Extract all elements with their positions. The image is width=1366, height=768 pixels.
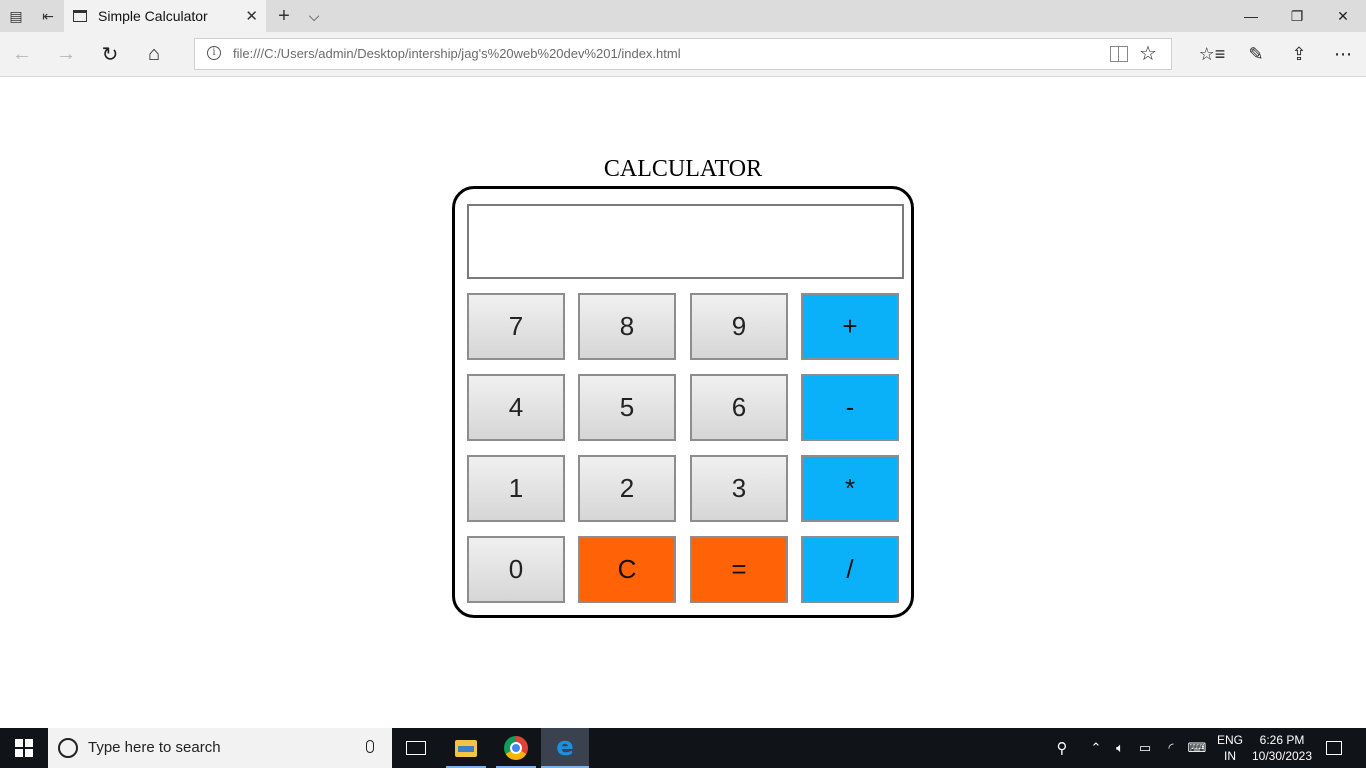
- language-indicator[interactable]: ENG IN: [1214, 732, 1246, 764]
- key-divide[interactable]: /: [801, 536, 899, 603]
- file-explorer-button[interactable]: [442, 728, 490, 768]
- key-6[interactable]: 6: [690, 374, 788, 441]
- task-view-button[interactable]: [392, 728, 440, 768]
- address-url[interactable]: file:///C:/Users/admin/Desktop/intership…: [233, 39, 681, 69]
- key-4[interactable]: 4: [467, 374, 565, 441]
- restore-button[interactable]: ❐: [1274, 0, 1320, 32]
- tab-actions-icon[interactable]: ▤: [0, 0, 32, 32]
- tab-close-icon[interactable]: ✕: [245, 7, 258, 25]
- volume-icon[interactable]: 🔈︎: [1110, 728, 1130, 768]
- key-multiply[interactable]: *: [801, 455, 899, 522]
- people-icon[interactable]: ⚲: [1050, 728, 1074, 768]
- minimize-button[interactable]: —: [1228, 0, 1274, 32]
- close-window-button[interactable]: ✕: [1320, 0, 1366, 32]
- microphone-icon[interactable]: [366, 740, 374, 753]
- region-code: IN: [1224, 749, 1236, 763]
- favorites-list-icon[interactable]: ☆≡: [1192, 32, 1232, 76]
- tab-title: Simple Calculator: [98, 8, 208, 24]
- windows-taskbar: Type here to search e ⚲ ⌃ 🔈︎ ▭ ◜ ⌨ ENG I…: [0, 728, 1366, 768]
- key-clear[interactable]: C: [578, 536, 676, 603]
- key-9[interactable]: 9: [690, 293, 788, 360]
- clock[interactable]: 6:26 PM 10/30/2023: [1250, 732, 1314, 764]
- forward-button[interactable]: →: [46, 32, 86, 76]
- cortana-icon: [58, 738, 78, 758]
- back-button[interactable]: ←: [2, 32, 42, 76]
- battery-icon[interactable]: ▭: [1134, 728, 1156, 768]
- show-hidden-icons-chevron-icon[interactable]: ⌃: [1086, 728, 1106, 768]
- address-bar[interactable]: i file:///C:/Users/admin/Desktop/intersh…: [194, 38, 1172, 70]
- home-button[interactable]: ⌂: [134, 32, 174, 76]
- reading-view-icon[interactable]: [1110, 46, 1128, 62]
- add-favorite-icon[interactable]: ☆: [1139, 39, 1157, 69]
- chrome-button[interactable]: [492, 728, 540, 768]
- calculator-heading: CALCULATOR: [603, 156, 763, 182]
- touch-keyboard-icon[interactable]: ⌨: [1184, 728, 1210, 768]
- set-tabs-aside-icon[interactable]: ⇤: [32, 0, 64, 32]
- notification-icon: [1326, 741, 1342, 755]
- calculator-panel: 7 8 9 + 4 5 6 - 1 2 3 * 0 C = /: [452, 186, 914, 618]
- edge-button[interactable]: e: [541, 728, 589, 768]
- key-0[interactable]: 0: [467, 536, 565, 603]
- chrome-icon: [504, 736, 528, 760]
- new-tab-button[interactable]: +: [268, 0, 300, 32]
- action-center-button[interactable]: [1322, 728, 1346, 768]
- network-icon[interactable]: ◜: [1160, 728, 1182, 768]
- start-button[interactable]: [0, 728, 48, 768]
- key-plus[interactable]: +: [801, 293, 899, 360]
- page-icon: [73, 10, 87, 22]
- key-7[interactable]: 7: [467, 293, 565, 360]
- windows-logo-icon: [15, 739, 33, 757]
- web-notes-icon[interactable]: ✎: [1236, 32, 1276, 76]
- clock-date: 10/30/2023: [1251, 749, 1313, 763]
- key-equals[interactable]: =: [690, 536, 788, 603]
- share-icon[interactable]: ⇪: [1279, 32, 1319, 76]
- browser-tab-bar: ▤ ⇤ Simple Calculator ✕ + ⌵ — ❐ ✕: [0, 0, 1366, 32]
- key-1[interactable]: 1: [467, 455, 565, 522]
- browser-toolbar: ← → ↻ ⌂ i file:///C:/Users/admin/Desktop…: [0, 32, 1366, 77]
- clock-time: 6:26 PM: [1259, 733, 1305, 747]
- file-explorer-icon: [455, 739, 477, 757]
- key-2[interactable]: 2: [578, 455, 676, 522]
- key-3[interactable]: 3: [690, 455, 788, 522]
- key-8[interactable]: 8: [578, 293, 676, 360]
- refresh-button[interactable]: ↻: [90, 32, 130, 76]
- key-5[interactable]: 5: [578, 374, 676, 441]
- site-info-icon[interactable]: i: [207, 46, 221, 60]
- edge-icon: e: [556, 732, 574, 762]
- language-code: ENG: [1216, 733, 1243, 747]
- tab-simple-calculator[interactable]: Simple Calculator ✕: [64, 0, 266, 32]
- search-placeholder: Type here to search: [88, 739, 221, 756]
- calculator-display[interactable]: [467, 204, 904, 279]
- key-minus[interactable]: -: [801, 374, 899, 441]
- more-menu-icon[interactable]: ⋯: [1323, 32, 1363, 76]
- taskbar-search-box[interactable]: Type here to search: [48, 728, 392, 768]
- task-view-icon: [406, 741, 426, 755]
- tab-list-chevron-icon[interactable]: ⌵: [298, 0, 330, 32]
